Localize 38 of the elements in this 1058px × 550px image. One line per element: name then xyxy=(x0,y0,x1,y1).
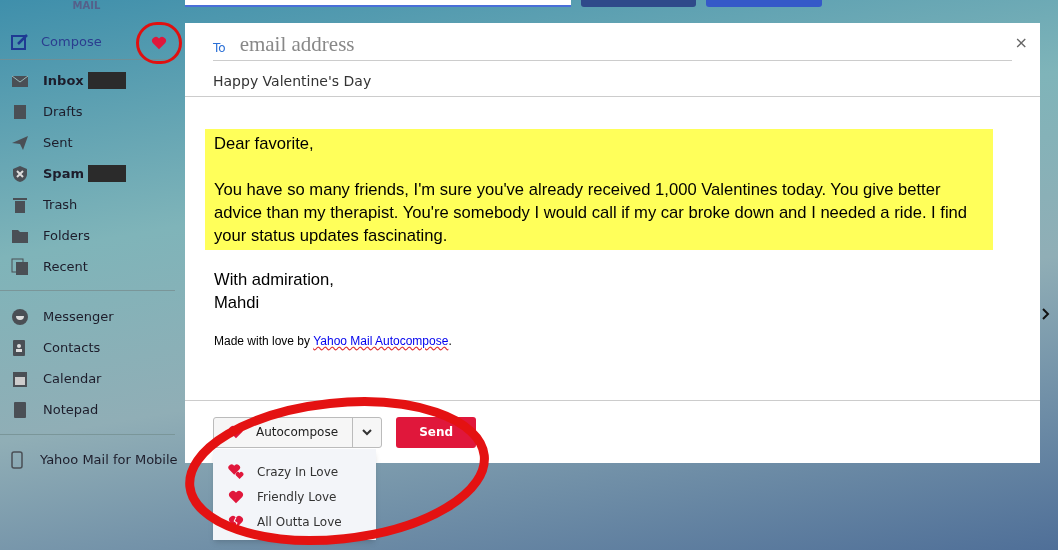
highlighted-message: Dear favorite, You have so many friends, I'm sure you've already received 1,000 Valentines today. You give better advice than my therapist. You're somebody I would call if my car broke down and I needed a ride. I find your status updates fascinating. xyxy=(205,129,993,250)
close-button[interactable]: × xyxy=(1014,31,1028,55)
menu-item[interactable]: Crazy In Love xyxy=(213,459,376,484)
phone-icon xyxy=(8,450,26,469)
redaction-mark xyxy=(88,165,126,182)
sidebar-item[interactable]: Contacts xyxy=(0,332,175,363)
sidebar-item[interactable]: Inbox xyxy=(0,65,175,96)
caret-icon xyxy=(362,428,373,436)
hearts-icon xyxy=(227,463,245,480)
sidebar-item[interactable]: Spam xyxy=(0,158,175,189)
shield-icon xyxy=(11,164,29,183)
sidebar-item[interactable]: Trash xyxy=(0,189,175,220)
sidebar-item[interactable]: Sent xyxy=(0,127,175,158)
paper-plane-icon xyxy=(11,133,29,152)
smiley-icon xyxy=(11,307,29,326)
stacked-pages-icon xyxy=(11,257,29,276)
menu-item[interactable]: Friendly Love xyxy=(213,484,376,509)
to-label: To xyxy=(213,40,226,57)
redaction-mark xyxy=(87,72,126,89)
sidebar-item[interactable]: Yahoo Mail for Mobile xyxy=(0,444,185,475)
sidebar-item[interactable]: Recent xyxy=(0,251,175,282)
menu-item[interactable]: All Outta Love xyxy=(213,509,376,534)
signature-text: Mahdi xyxy=(213,292,261,314)
compose-icon[interactable] xyxy=(11,32,29,51)
calendar-icon xyxy=(11,369,29,388)
sidebar-item[interactable]: Notepad xyxy=(0,394,175,425)
sidebar-item[interactable]: Calendar xyxy=(0,363,175,394)
search-field[interactable] xyxy=(185,0,571,7)
footer-note: Made with love by Yahoo Mail Autocompose. xyxy=(213,333,453,350)
notepad-icon xyxy=(11,400,29,419)
trash-icon xyxy=(11,195,29,214)
closing-text: With admiration, xyxy=(213,269,335,291)
recipient-field[interactable]: email address xyxy=(239,32,1012,57)
sidebar-item[interactable]: Drafts xyxy=(0,96,175,127)
subject-text: Happy Valentine's Day xyxy=(213,72,372,91)
sidebar-item[interactable]: Folders xyxy=(0,220,175,251)
draft-icon xyxy=(11,102,29,121)
sidebar-item[interactable]: Messenger xyxy=(0,301,175,332)
